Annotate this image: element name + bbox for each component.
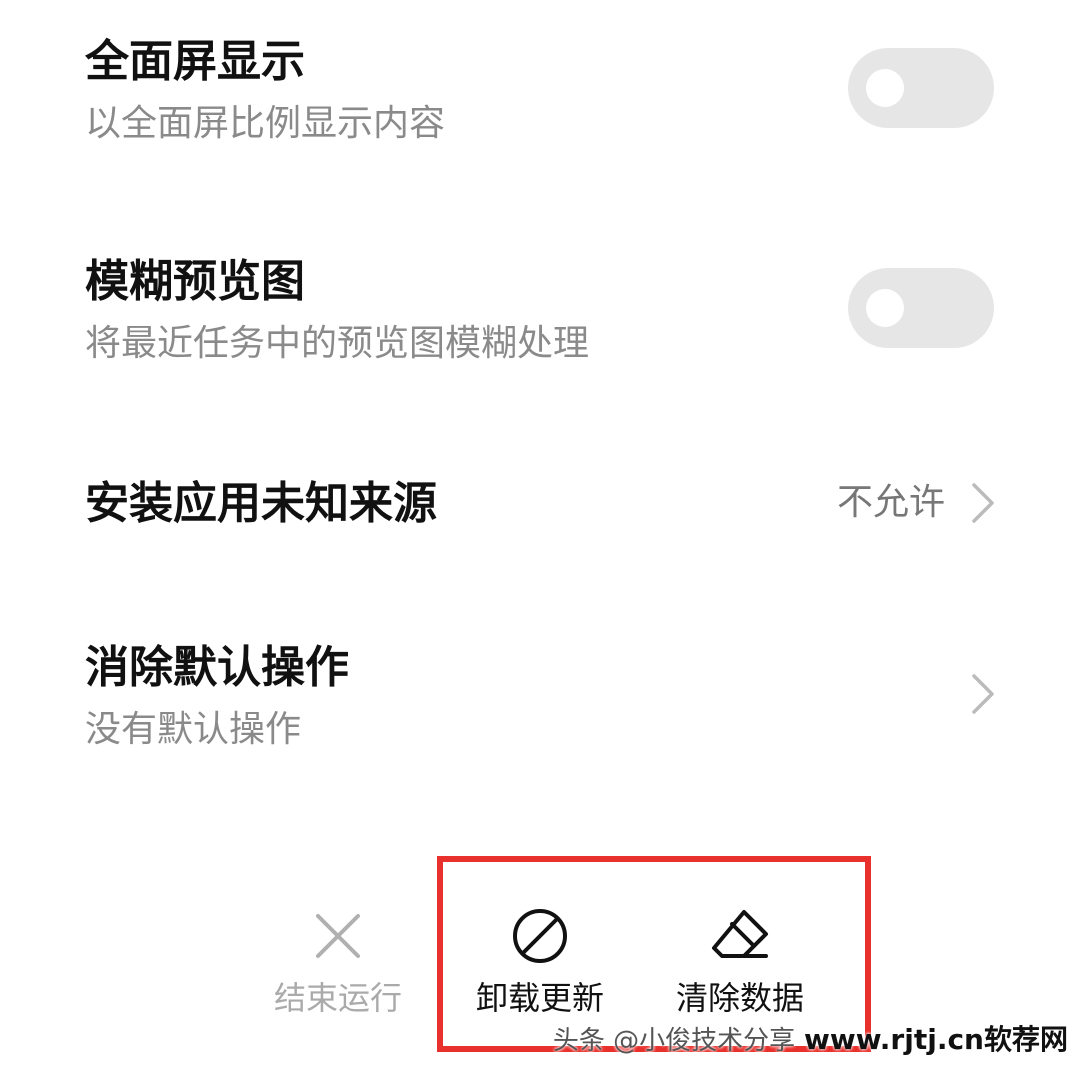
setting-title: 安装应用未知来源 bbox=[85, 478, 437, 529]
setting-clear-defaults[interactable]: 消除默认操作 没有默认操作 bbox=[0, 610, 1080, 780]
setting-subtitle: 以全面屏比例显示内容 bbox=[85, 103, 446, 144]
chevron-right-icon bbox=[972, 674, 994, 714]
force-stop-label: 结束运行 bbox=[273, 979, 402, 1017]
setting-blur-preview[interactable]: 模糊预览图 将最近任务中的预览图模糊处理 bbox=[0, 220, 1080, 420]
setting-title: 全面屏显示 bbox=[85, 36, 305, 87]
fullscreen-toggle[interactable] bbox=[848, 48, 994, 128]
setting-title: 模糊预览图 bbox=[85, 256, 305, 307]
setting-title: 消除默认操作 bbox=[85, 642, 349, 693]
toggle-knob bbox=[866, 289, 904, 327]
watermark-site: www.rjtj.cn软荐网 bbox=[803, 1023, 1068, 1056]
setting-subtitle: 没有默认操作 bbox=[85, 709, 302, 750]
setting-subtitle: 将最近任务中的预览图模糊处理 bbox=[85, 323, 590, 364]
app-settings-page: 全面屏显示 以全面屏比例显示内容 模糊预览图 将最近任务中的预览图模糊处理 安装… bbox=[0, 0, 1080, 1080]
blur-preview-toggle[interactable] bbox=[848, 268, 994, 348]
watermark-author: 头条 @小俊技术分享 bbox=[552, 1026, 796, 1056]
close-icon bbox=[316, 914, 360, 958]
chevron-right-icon bbox=[972, 483, 994, 523]
force-stop-button[interactable]: 结束运行 bbox=[253, 906, 423, 1014]
setting-unknown-sources[interactable]: 安装应用未知来源 不允许 bbox=[0, 440, 1080, 570]
watermark: 头条 @小俊技术分享 www.rjtj.cn软荐网 bbox=[553, 1018, 1068, 1058]
toggle-knob bbox=[866, 69, 904, 107]
setting-fullscreen[interactable]: 全面屏显示 以全面屏比例显示内容 bbox=[0, 0, 1080, 200]
setting-value: 不允许 bbox=[836, 482, 945, 523]
